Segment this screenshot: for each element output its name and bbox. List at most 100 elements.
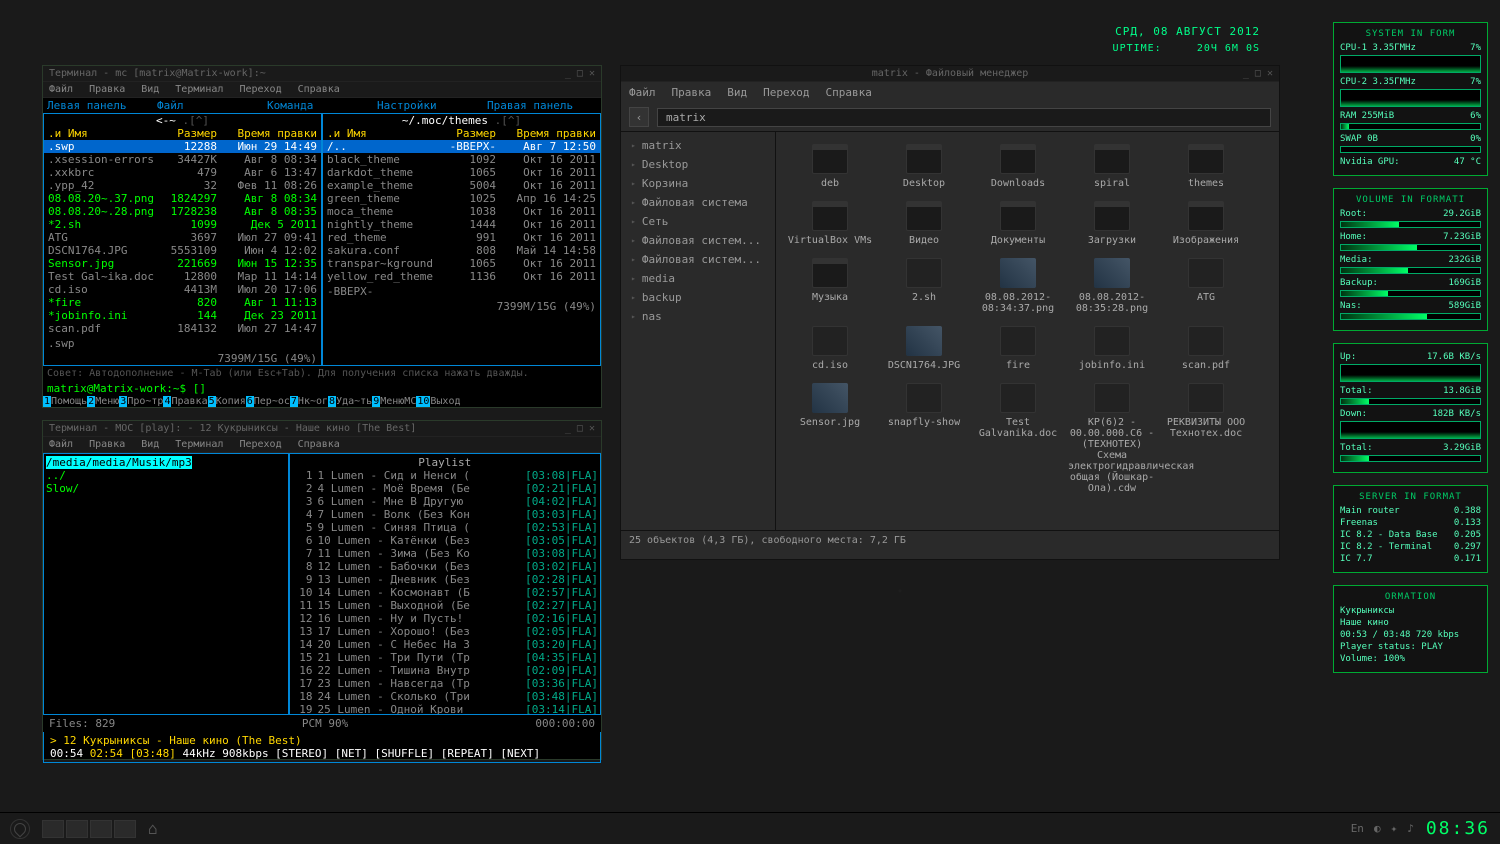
file-icon[interactable]: Музыка	[784, 254, 876, 318]
thunar-menubar[interactable]: ФайлПравкаВидПереходСправка	[621, 82, 1279, 103]
mc-row[interactable]: 08.08.20~.28.png1728238Авг 8 08:35	[44, 205, 321, 218]
mc-row[interactable]: example_theme5004Окт 16 2011	[323, 179, 600, 192]
playlist-item[interactable]: 1216 Lumen - Ну и Пусть! [02:16|FLA]	[292, 612, 598, 625]
menu-item[interactable]: Файл	[49, 84, 73, 95]
mc-left-panel[interactable]: <-~ .[^] .и ИмяРазмерВремя правки .swp12…	[43, 113, 322, 366]
fkey[interactable]: 7Нк~ог	[290, 396, 328, 407]
mc-row[interactable]: black_theme1092Окт 16 2011	[323, 153, 600, 166]
playlist-item[interactable]: 47 Lumen - Волк (Без Кон[03:03|FLA]	[292, 508, 598, 521]
fkey[interactable]: 6Пер~ос	[246, 396, 290, 407]
mc-row[interactable]: transpar~kground1065Окт 16 2011	[323, 257, 600, 270]
playlist-item[interactable]: 1622 Lumen - Тишина Внутр[02:09|FLA]	[292, 664, 598, 677]
file-icon[interactable]: spiral	[1066, 140, 1158, 193]
mc-row[interactable]: DSCN1764.JPG5553109Июн 4 12:02	[44, 244, 321, 257]
file-icon[interactable]: Изображения	[1160, 197, 1252, 250]
menu-item[interactable]: Правка	[672, 86, 712, 99]
menu-item[interactable]: Файл	[629, 86, 656, 99]
moc-titlebar[interactable]: Терминал - MOC [play]: - 12 Кукрыниксы -…	[43, 421, 601, 437]
menu-item[interactable]: Справка	[825, 86, 871, 99]
file-icon[interactable]: fire	[972, 322, 1064, 375]
file-icon[interactable]: cd.iso	[784, 322, 876, 375]
mc-right-panel[interactable]: ~/.moc/themes .[^] .и ИмяРазмерВремя пра…	[322, 113, 601, 366]
file-icon[interactable]: 08.08.2012-08:34:37.png	[972, 254, 1064, 318]
menu-item[interactable]: Правка	[89, 84, 125, 95]
menu-item[interactable]: Вид	[141, 84, 159, 95]
menu-item[interactable]: Терминал	[175, 439, 223, 450]
fkey[interactable]: 2Меню	[87, 396, 119, 407]
mc-row[interactable]: .xsession-errors34427KАвг 8 08:34	[44, 153, 321, 166]
playlist-item[interactable]: 812 Lumen - Бабочки (Без[03:02|FLA]	[292, 560, 598, 573]
playlist-item[interactable]: 36 Lumen - Мне В Другую [04:02|FLA]	[292, 495, 598, 508]
playlist-item[interactable]: 1723 Lumen - Навсегда (Тр[03:36|FLA]	[292, 677, 598, 690]
mc-titlebar[interactable]: Терминал - mc [matrix@Matrix-work]:~ _ □…	[43, 66, 601, 82]
path-bar[interactable]: matrix	[657, 108, 1271, 127]
tray-icon[interactable]: ✦	[1391, 822, 1398, 835]
file-icon[interactable]: Downloads	[972, 140, 1064, 193]
sidebar-item[interactable]: matrix	[621, 136, 775, 155]
mc-row[interactable]: yellow_red_theme1136Окт 16 2011	[323, 270, 600, 283]
mc-row[interactable]: 08.08.20~.37.png1824297Авг 8 08:34	[44, 192, 321, 205]
sidebar-item[interactable]: nas	[621, 307, 775, 326]
playlist-item[interactable]: 711 Lumen - Зима (Без Ко[03:08|FLA]	[292, 547, 598, 560]
sidebar-item[interactable]: media	[621, 269, 775, 288]
mc-row[interactable]: /..-ВВЕРХ-Авг 7 12:50	[323, 140, 600, 153]
file-icon[interactable]: DSCN1764.JPG	[878, 322, 970, 375]
file-icon[interactable]: jobinfo.ini	[1066, 322, 1158, 375]
playlist-item[interactable]: 1420 Lumen - С Небес На З[03:20|FLA]	[292, 638, 598, 651]
playlist-item[interactable]: 1521 Lumen - Три Пути (Тр[04:35|FLA]	[292, 651, 598, 664]
moc-dir[interactable]: ../	[46, 469, 286, 482]
moc-browser[interactable]: /media/media/Musik/mp3 ../Slow/	[43, 453, 289, 715]
moc-window[interactable]: Терминал - MOC [play]: - 12 Кукрыниксы -…	[42, 420, 602, 760]
sidebar-item[interactable]: Desktop	[621, 155, 775, 174]
mc-row[interactable]: nightly_theme1444Окт 16 2011	[323, 218, 600, 231]
file-icon[interactable]: Видео	[878, 197, 970, 250]
clock[interactable]: 08:36	[1426, 818, 1490, 839]
file-icon[interactable]: Документы	[972, 197, 1064, 250]
sidebar-item[interactable]: Сеть	[621, 212, 775, 231]
file-icon[interactable]: scan.pdf	[1160, 322, 1252, 375]
sidebar-item[interactable]: Файловая систем...	[621, 231, 775, 250]
systray[interactable]: En ◐ ✦ ♪	[1351, 822, 1414, 835]
playlist-item[interactable]: 610 Lumen - Катёнки (Без[03:05|FLA]	[292, 534, 598, 547]
fkey[interactable]: 1Помощь	[43, 396, 87, 407]
mc-row[interactable]: *fire820Авг 1 11:13	[44, 296, 321, 309]
tray-icon[interactable]: ◐	[1374, 822, 1381, 835]
thunar-titlebar[interactable]: matrix - Файловый менеджер _ □ ✕	[621, 66, 1279, 82]
mc-row[interactable]: sakura.conf808Май 14 14:58	[323, 244, 600, 257]
file-icon[interactable]: deb	[784, 140, 876, 193]
playlist-item[interactable]: 59 Lumen - Синяя Птица ([02:53|FLA]	[292, 521, 598, 534]
mc-window[interactable]: Терминал - mc [matrix@Matrix-work]:~ _ □…	[42, 65, 602, 408]
menu-item[interactable]: Переход	[763, 86, 809, 99]
mc-prompt[interactable]: matrix@Matrix-work:~$ []	[43, 381, 601, 396]
mc-row[interactable]: .xxkbrc479Авг 6 13:47	[44, 166, 321, 179]
mc-fkeys[interactable]: 1Помощь 2Меню 3Про~тр 4Правка 5Копия 6Пе…	[43, 396, 601, 407]
file-icon[interactable]: Test Galvanika.doc	[972, 379, 1064, 498]
file-icon[interactable]: VirtualBox VMs	[784, 197, 876, 250]
task-buttons[interactable]	[42, 820, 136, 838]
menu-item[interactable]: Справка	[298, 439, 340, 450]
mc-row[interactable]: moca_theme1038Окт 16 2011	[323, 205, 600, 218]
file-icon[interactable]: 08.08.2012-08:35:28.png	[1066, 254, 1158, 318]
mc-row[interactable]: Test Gal~ika.doc12800Мар 11 14:14	[44, 270, 321, 283]
menu-item[interactable]: Вид	[141, 439, 159, 450]
fkey[interactable]: 4Правка	[163, 396, 207, 407]
mc-row[interactable]: cd.iso4413MИюл 20 17:06	[44, 283, 321, 296]
file-icon[interactable]: КР(6)2 - 00.00.000.С6 - (ТЕХНОТЕХ) Схема…	[1066, 379, 1158, 498]
menu-item[interactable]: Терминал	[175, 84, 223, 95]
thunar-window[interactable]: matrix - Файловый менеджер _ □ ✕ Файл Пра…	[620, 65, 1280, 560]
task[interactable]	[114, 820, 136, 838]
playlist-item[interactable]: 24 Lumen - Моё Время (Бе[02:21|FLA]	[292, 482, 598, 495]
file-icon[interactable]: themes	[1160, 140, 1252, 193]
file-icon[interactable]: 2.sh	[878, 254, 970, 318]
fkey[interactable]: 8Уда~ть	[328, 396, 372, 407]
task[interactable]	[66, 820, 88, 838]
fkey[interactable]: 10Выход	[416, 396, 460, 407]
file-icon[interactable]: РЕКВИЗИТЫ ООО Технотех.doc	[1160, 379, 1252, 498]
lang-indicator[interactable]: En	[1351, 822, 1364, 835]
task[interactable]	[42, 820, 64, 838]
moc-dir[interactable]: Slow/	[46, 482, 286, 495]
tray-icon[interactable]: ♪	[1407, 822, 1414, 835]
debian-logo-icon[interactable]	[10, 819, 30, 839]
playlist-item[interactable]: 1115 Lumen - Выходной (Бе[02:27|FLA]	[292, 599, 598, 612]
file-icon[interactable]: Sensor.jpg	[784, 379, 876, 498]
